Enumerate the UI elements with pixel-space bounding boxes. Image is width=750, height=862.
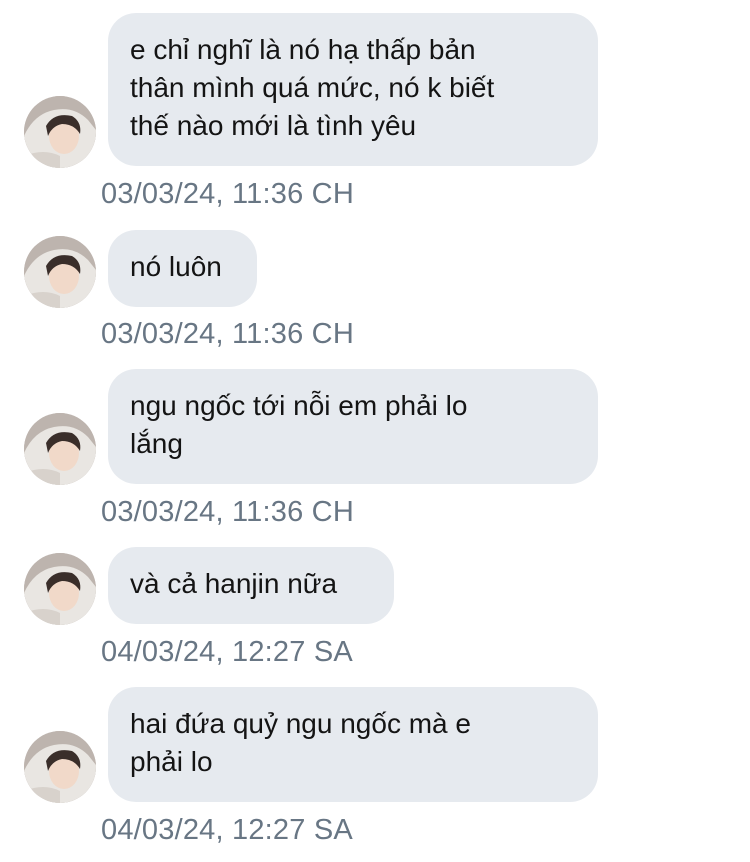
sender-avatar[interactable] xyxy=(24,731,96,803)
message-timestamp: 03/03/24, 11:36 CH xyxy=(101,496,354,528)
message-timestamp: 03/03/24, 11:36 CH xyxy=(101,178,354,210)
message-bubble[interactable]: và cả hanjin nữa xyxy=(108,547,394,624)
sender-avatar[interactable] xyxy=(24,413,96,485)
avatar-photo-icon xyxy=(24,553,96,625)
avatar-photo-icon xyxy=(24,413,96,485)
sender-avatar[interactable] xyxy=(24,236,96,308)
avatar-photo-icon xyxy=(24,731,96,803)
message-timestamp: 03/03/24, 11:36 CH xyxy=(101,318,354,350)
message-timestamp: 04/03/24, 12:27 SA xyxy=(101,814,353,846)
avatar-photo-icon xyxy=(24,96,96,168)
message-bubble[interactable]: nó luôn xyxy=(108,230,257,307)
message-timestamp: 04/03/24, 12:27 SA xyxy=(101,636,353,668)
message-bubble[interactable]: hai đứa quỷ ngu ngốc mà e phải lo xyxy=(108,687,598,802)
message-bubble[interactable]: e chỉ nghĩ là nó hạ thấp bản thân mình q… xyxy=(108,13,598,166)
sender-avatar[interactable] xyxy=(24,553,96,625)
message-thread: e chỉ nghĩ là nó hạ thấp bản thân mình q… xyxy=(0,0,750,862)
sender-avatar[interactable] xyxy=(24,96,96,168)
message-bubble[interactable]: ngu ngốc tới nỗi em phải lo lắng xyxy=(108,369,598,484)
avatar-photo-icon xyxy=(24,236,96,308)
